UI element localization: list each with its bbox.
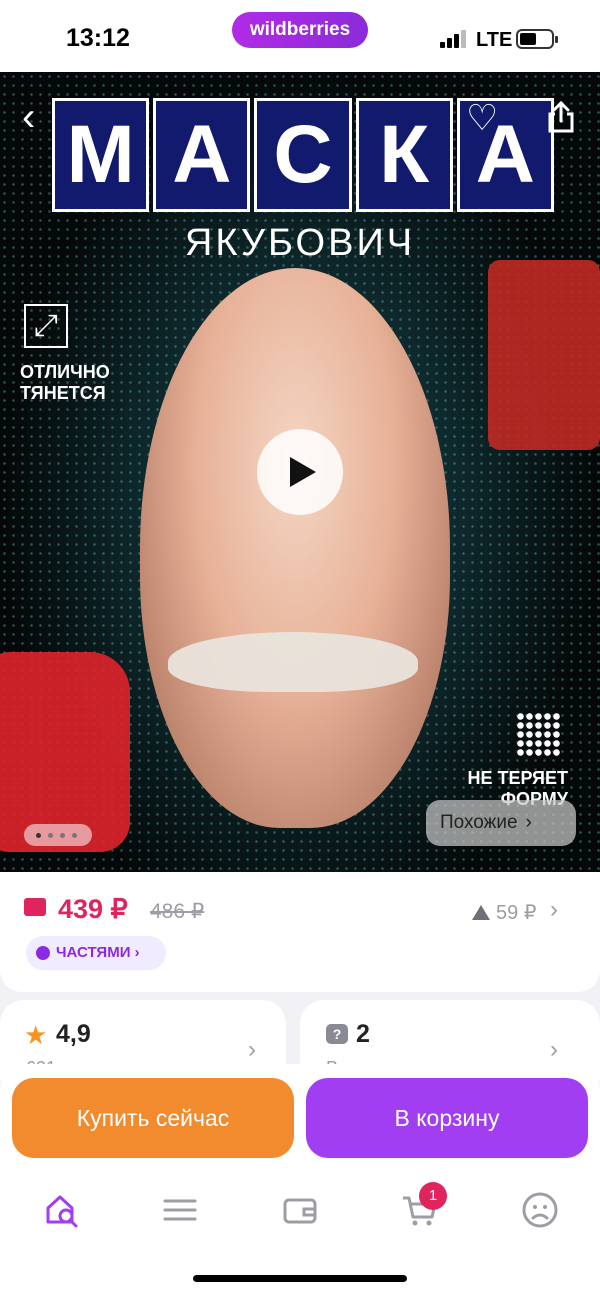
chevron-right-icon: › bbox=[248, 1036, 256, 1063]
rating-value: 4,9 bbox=[56, 1020, 91, 1048]
star-icon: ★ bbox=[24, 1020, 48, 1050]
product-page: 13:12 wildberries LTE М А С К А ЯКУБОВИЧ… bbox=[0, 0, 600, 1297]
current-price: 439 ₽ bbox=[58, 894, 128, 924]
gallery-pager bbox=[24, 824, 92, 846]
home-indicator bbox=[193, 1275, 407, 1282]
questions-count: 2 bbox=[356, 1020, 370, 1048]
similar-products-button[interactable]: Похожие › bbox=[426, 800, 576, 846]
product-subtitle-art: ЯКУБОВИЧ bbox=[184, 222, 416, 264]
triangle-up-icon bbox=[472, 905, 490, 920]
chevron-right-icon: › bbox=[550, 1036, 558, 1063]
battery-icon bbox=[516, 29, 558, 49]
play-video-button[interactable] bbox=[257, 429, 343, 515]
back-icon[interactable]: ‹ bbox=[22, 97, 35, 137]
status-bar: 13:12 wildberries LTE bbox=[0, 0, 600, 72]
profile-icon[interactable] bbox=[520, 1190, 560, 1230]
mask-face-image bbox=[140, 268, 450, 828]
installments-button[interactable]: ЧАСТЯМИ › bbox=[26, 936, 166, 970]
buy-now-button[interactable]: Купить сейчас bbox=[12, 1078, 294, 1158]
wallet-icon[interactable] bbox=[280, 1190, 320, 1230]
price-history-delta[interactable]: 59 ₽ bbox=[472, 900, 537, 925]
catalog-icon[interactable] bbox=[160, 1190, 200, 1230]
clock: 13:12 bbox=[66, 24, 130, 52]
pie-icon bbox=[36, 946, 50, 960]
stretch-icon bbox=[24, 304, 68, 348]
add-to-cart-button[interactable]: В корзину bbox=[306, 1078, 588, 1158]
heart-icon[interactable]: ♡ bbox=[466, 100, 498, 136]
chevron-right-icon: › bbox=[525, 812, 532, 833]
cart-count-badge: 1 bbox=[419, 1182, 447, 1210]
network-label: LTE bbox=[476, 29, 513, 51]
mesh-icon bbox=[516, 712, 562, 758]
question-icon: ? bbox=[326, 1024, 348, 1044]
mustache-image bbox=[168, 632, 418, 692]
share-icon[interactable] bbox=[546, 100, 576, 134]
brand-pill: wildberries bbox=[232, 12, 368, 48]
car-image bbox=[0, 652, 130, 852]
price-card: 439 ₽ 486 ₽ 59 ₽ › ЧАСТЯМИ › bbox=[0, 872, 600, 992]
signal-icon bbox=[440, 30, 468, 48]
chevron-right-icon[interactable]: › bbox=[550, 896, 558, 924]
bottom-tab-bar bbox=[0, 1168, 600, 1248]
feature-badge-stretch: ОТЛИЧНО ТЯНЕТСЯ bbox=[20, 362, 110, 403]
wallet-icon bbox=[24, 898, 46, 916]
product-gallery[interactable]: М А С К А ЯКУБОВИЧ ОТЛИЧНО ТЯНЕТСЯ НЕ ТЕ… bbox=[0, 72, 600, 872]
old-price: 486 ₽ bbox=[150, 900, 205, 923]
prize-image bbox=[488, 260, 600, 450]
home-search-icon[interactable] bbox=[42, 1190, 82, 1230]
